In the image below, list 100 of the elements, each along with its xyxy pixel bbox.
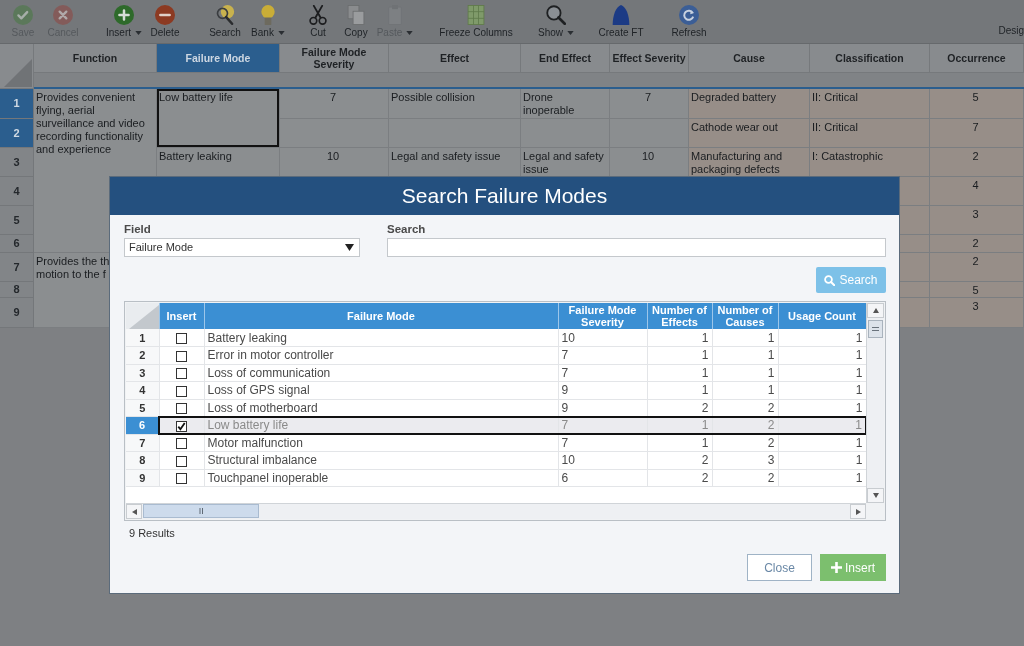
column-header[interactable]: Function bbox=[34, 44, 157, 73]
table-cell: 10 bbox=[558, 329, 647, 347]
search-label: Search bbox=[387, 223, 427, 236]
table-cell: 1 bbox=[778, 416, 866, 434]
search-icon bbox=[215, 4, 235, 25]
table-cell: 4 bbox=[972, 179, 979, 192]
scroll-left-button[interactable] bbox=[126, 504, 142, 519]
column-header[interactable]: Classification bbox=[810, 44, 930, 73]
close-button[interactable]: Close bbox=[747, 554, 812, 581]
table-cell: 2 bbox=[972, 237, 979, 250]
row-number[interactable]: 5 bbox=[0, 206, 34, 235]
column-header[interactable]: Failure Mode Severity bbox=[280, 44, 389, 73]
vertical-scrollbar[interactable] bbox=[866, 303, 884, 503]
column-header[interactable]: Cause bbox=[689, 44, 810, 73]
checkbox[interactable] bbox=[176, 455, 187, 467]
table-cell: 3 bbox=[972, 300, 979, 313]
table-cell: 10 bbox=[326, 150, 340, 163]
toolbar-button[interactable]: Create FT bbox=[594, 0, 648, 40]
refresh-icon bbox=[679, 4, 699, 25]
checkbox[interactable] bbox=[176, 332, 187, 344]
table-cell: Provides the th motion to the f bbox=[36, 255, 110, 281]
column-header[interactable]: Effect Severity bbox=[610, 44, 689, 73]
column-header[interactable]: Failure Mode bbox=[157, 44, 280, 73]
scissors-icon bbox=[308, 4, 328, 25]
column-header[interactable]: Insert bbox=[159, 303, 204, 329]
checkbox[interactable] bbox=[176, 350, 187, 362]
table-cell: 7 bbox=[972, 121, 979, 134]
triangle-up-icon bbox=[872, 308, 879, 313]
scroll-right-button[interactable] bbox=[850, 504, 866, 519]
copy-icon bbox=[346, 4, 366, 25]
row-number[interactable]: 1 bbox=[0, 89, 34, 119]
checkbox[interactable] bbox=[176, 368, 187, 380]
table-cell: II: Critical bbox=[812, 91, 858, 104]
table-cell: Cathode wear out bbox=[691, 121, 778, 134]
toolbar-button[interactable]: Refresh bbox=[664, 0, 714, 40]
dialog-title: Search Failure Modes bbox=[401, 184, 608, 208]
triangle-left-icon bbox=[131, 508, 137, 515]
horizontal-scrollbar[interactable] bbox=[126, 503, 866, 519]
empty-cell[interactable] bbox=[610, 119, 689, 148]
row-number[interactable]: 9 bbox=[0, 298, 34, 328]
column-header[interactable]: Failure Mode Severity bbox=[558, 303, 647, 329]
table-cell: 1 bbox=[647, 416, 712, 434]
field-select[interactable]: Failure Mode bbox=[124, 238, 360, 257]
checkbox[interactable] bbox=[176, 473, 187, 485]
row-number[interactable]: 3 bbox=[0, 148, 34, 177]
checkbox[interactable] bbox=[176, 438, 187, 450]
column-header[interactable]: Usage Count bbox=[778, 303, 866, 329]
toolbar-button[interactable]: Show bbox=[532, 0, 580, 40]
table-cell: 1 bbox=[647, 329, 712, 347]
toolbar-button[interactable]: Search bbox=[206, 0, 244, 40]
column-header[interactable]: Failure Mode bbox=[204, 303, 558, 329]
scroll-thumb[interactable] bbox=[143, 504, 259, 518]
table-cell: 7 bbox=[644, 91, 652, 104]
row-number[interactable]: 8 bbox=[0, 282, 34, 298]
column-header[interactable]: Occurrence bbox=[930, 44, 1024, 73]
toolbar-button[interactable]: Insert bbox=[102, 0, 146, 40]
caret-down-icon bbox=[345, 244, 354, 251]
field-label: Field bbox=[124, 223, 152, 236]
checkbox[interactable] bbox=[176, 420, 188, 432]
checkbox[interactable] bbox=[176, 385, 187, 397]
scroll-down-button[interactable] bbox=[867, 488, 884, 503]
empty-cell[interactable] bbox=[280, 119, 389, 148]
caret-icon bbox=[567, 30, 574, 35]
checkbox[interactable] bbox=[176, 402, 187, 414]
column-header[interactable]: Number of Effects bbox=[647, 303, 712, 329]
column-header[interactable]: Effect bbox=[389, 44, 521, 73]
toolbar-button[interactable]: Copy bbox=[338, 0, 374, 40]
toolbar-button[interactable]: Cut bbox=[302, 0, 334, 40]
lightbulb-icon bbox=[258, 4, 278, 25]
scroll-thumb[interactable] bbox=[868, 320, 883, 338]
column-header[interactable]: Number of Causes bbox=[712, 303, 778, 329]
toolbar-button[interactable]: Freeze Columns bbox=[436, 0, 516, 40]
x-circle-icon bbox=[53, 4, 73, 25]
table-cell: Low battery life bbox=[204, 416, 558, 434]
table-cell: 1 bbox=[712, 329, 778, 347]
row-number[interactable]: 4 bbox=[0, 177, 34, 206]
column-header[interactable]: End Effect bbox=[521, 44, 610, 73]
row-number[interactable]: 1 bbox=[126, 329, 159, 347]
selected-cell[interactable]: Low battery life bbox=[157, 89, 280, 148]
table-cell-text: Manufacturing and packaging defects bbox=[691, 150, 784, 176]
table-cell: 3 bbox=[972, 208, 979, 221]
table-cell: 7 bbox=[329, 91, 337, 104]
search-input[interactable] bbox=[387, 238, 886, 257]
row-number[interactable]: 7 bbox=[0, 253, 34, 282]
row-number[interactable]: 2 bbox=[0, 119, 34, 148]
toolbar-button[interactable]: Bank bbox=[248, 0, 288, 40]
result-count: 9 Results bbox=[129, 527, 176, 540]
table-cell: Legal and safety issue bbox=[523, 150, 605, 176]
plus-icon bbox=[831, 562, 842, 573]
toolbar-button[interactable]: Delete bbox=[148, 0, 182, 40]
table-cell: Battery leaking bbox=[159, 150, 232, 163]
table-cell: Low battery life bbox=[159, 91, 233, 104]
insert-button[interactable]: Insert bbox=[820, 554, 886, 581]
table-cell: 2 bbox=[972, 255, 979, 268]
search-icon bbox=[824, 274, 836, 286]
scroll-up-button[interactable] bbox=[867, 303, 884, 318]
toolbar-label[interactable]: Desig bbox=[998, 0, 1024, 37]
row-number[interactable]: 6 bbox=[0, 235, 34, 253]
grid-icon bbox=[466, 4, 486, 25]
triangle-down-icon bbox=[872, 493, 879, 498]
